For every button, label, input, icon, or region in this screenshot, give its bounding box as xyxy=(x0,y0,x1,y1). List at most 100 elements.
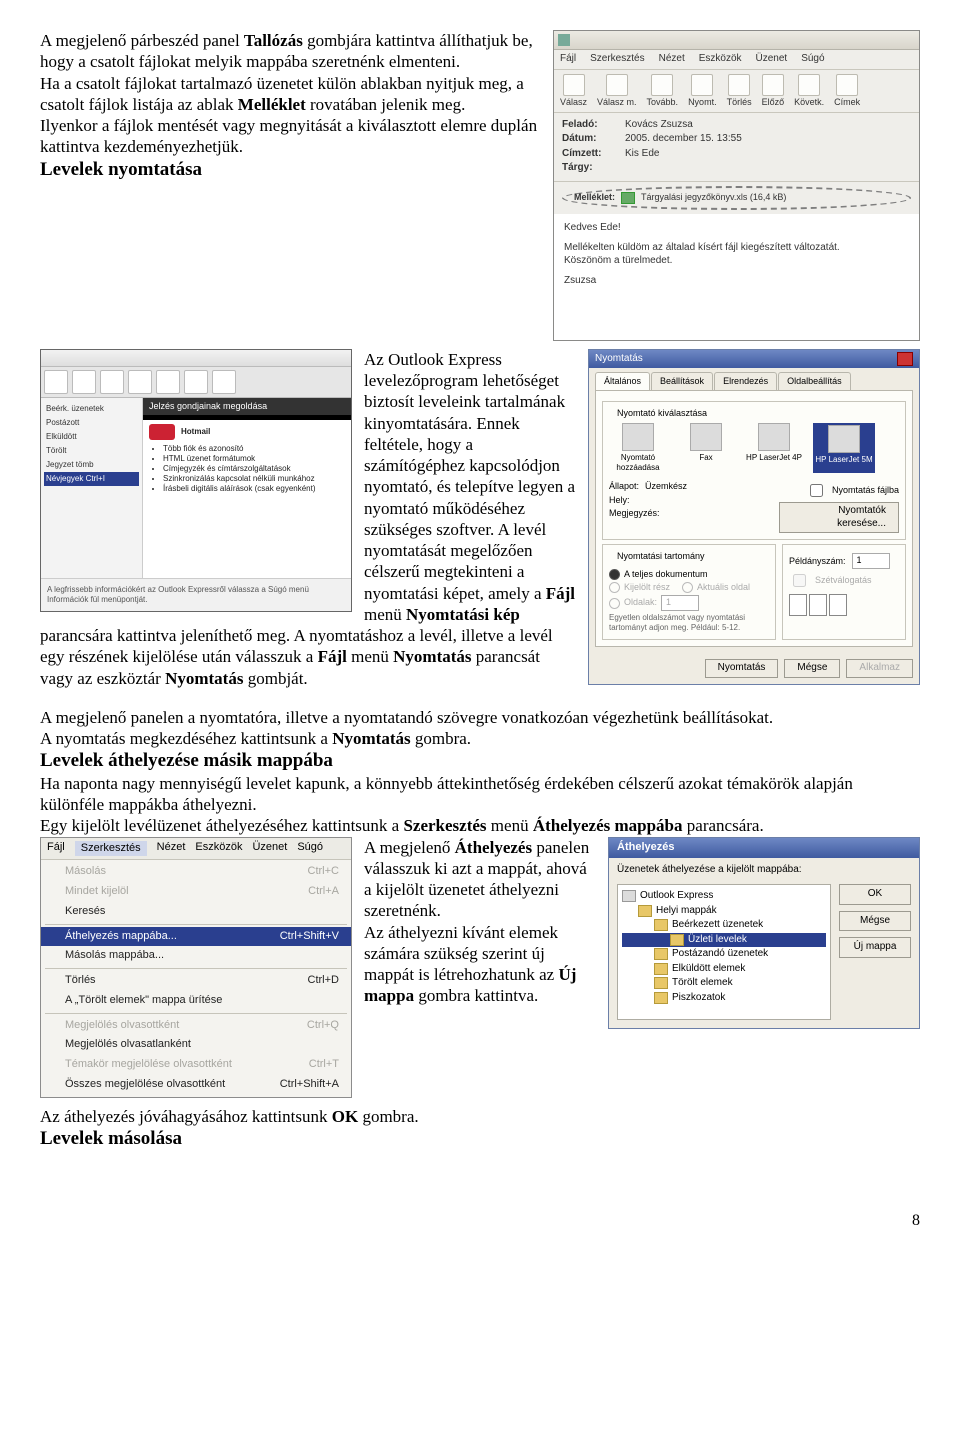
tab-layout[interactable]: Elrendezés xyxy=(714,372,777,390)
pages-input[interactable]: 1 xyxy=(661,595,699,611)
folder-icon xyxy=(670,934,684,946)
menu-item[interactable]: Üzenet xyxy=(756,53,788,66)
value-to: Kis Ede xyxy=(625,148,659,161)
menu-item[interactable]: A „Törölt elemek" mappa ürítése xyxy=(41,991,351,1011)
sidebar-item-selected[interactable]: Névjegyek Ctrl+I xyxy=(44,472,139,486)
tool-icon[interactable] xyxy=(212,370,236,394)
folder-sidebar: Beérk. üzenetek Postázott Elküldött Törö… xyxy=(41,398,143,578)
copies-input[interactable]: 1 xyxy=(852,553,890,569)
radio-selection[interactable]: Kijelölt rész Aktuális oldal xyxy=(609,582,769,593)
sidebar-item[interactable]: Jegyzet tömb xyxy=(44,458,139,472)
printer-hp4p[interactable]: HP LaserJet 4P xyxy=(745,423,803,473)
menu-item[interactable]: Áthelyezés mappába...Ctrl+Shift+V xyxy=(41,927,351,947)
list-item: Szinkronizálás kapcsolat nélküli munkáho… xyxy=(163,474,345,484)
tree-node[interactable]: Outlook Express xyxy=(622,889,826,904)
figure-outlook-express: Beérk. üzenetek Postázott Elküldött Törö… xyxy=(40,349,352,612)
ok-button[interactable]: OK xyxy=(839,884,911,905)
sidebar-item[interactable]: Postázott xyxy=(44,416,139,430)
sidebar-item[interactable]: Beérk. üzenetek xyxy=(44,402,139,416)
tree-node[interactable]: Beérkezett üzenetek xyxy=(622,918,826,933)
titlebar xyxy=(41,350,351,367)
figure-edit-menu: Fájl Szerkesztés Nézet Eszközök Üzenet S… xyxy=(40,837,352,1098)
paragraph: Ha naponta nagy mennyiségű levelet kapun… xyxy=(40,773,920,816)
list-item: Több fiók és azonosító xyxy=(163,444,345,454)
tree-node[interactable]: Postázandó üzenetek xyxy=(622,947,826,962)
app-icon xyxy=(558,34,570,46)
menu-dropdown: MásolásCtrl+CMindet kijelölCtrl+AKeresés… xyxy=(41,860,351,1096)
menu-item[interactable]: TörlésCtrl+D xyxy=(41,971,351,991)
paragraph: Egy kijelölt levélüzenet áthelyezéséhez … xyxy=(40,815,920,836)
menu-item[interactable]: Szerkesztés xyxy=(590,53,644,66)
checkbox-to-file[interactable] xyxy=(810,484,823,497)
label-collate: Szétválogatás xyxy=(815,575,872,586)
tool-print[interactable]: Nyomt. xyxy=(688,74,717,108)
page-number: 8 xyxy=(40,1211,920,1231)
menu-item[interactable]: Súgó xyxy=(801,53,824,66)
sidebar-item[interactable]: Elküldött xyxy=(44,430,139,444)
close-icon[interactable] xyxy=(897,352,913,366)
window-titlebar xyxy=(554,31,919,50)
folder-icon xyxy=(654,919,668,931)
header-fields: Feladó:Kovács Zsuzsa Dátum:2005. decembe… xyxy=(554,113,919,182)
menu-edit-open[interactable]: Szerkesztés xyxy=(75,841,147,857)
menu-item[interactable]: Eszközök xyxy=(699,53,742,66)
titlebar: Áthelyezés xyxy=(609,838,919,858)
attachment-filename[interactable]: Tárgyalási jegyzőkönyv.xls (16,4 kB) xyxy=(641,192,786,203)
tool-icon[interactable] xyxy=(156,370,180,394)
tool-icon[interactable] xyxy=(184,370,208,394)
tool-reply[interactable]: Válasz xyxy=(560,74,587,108)
menu-item[interactable]: Keresés xyxy=(41,902,351,922)
tab-settings[interactable]: Beállítások xyxy=(651,372,713,390)
tool-icon[interactable] xyxy=(44,370,68,394)
tool-replyall[interactable]: Válasz m. xyxy=(597,74,637,108)
list-item: HTML üzenet formátumok xyxy=(163,454,345,464)
sidebar-item[interactable]: Törölt xyxy=(44,444,139,458)
tool-prev[interactable]: Előző xyxy=(762,74,785,108)
printer-add[interactable]: Nyomtató hozzáadása xyxy=(609,423,667,473)
tree-node[interactable]: Üzleti levelek xyxy=(622,933,826,948)
menu-help[interactable]: Súgó xyxy=(297,841,323,857)
label-location: Hely: xyxy=(609,495,630,506)
tool-icon[interactable] xyxy=(128,370,152,394)
toolbar: Válasz Válasz m. Tovább. Nyomt. Törlés E… xyxy=(554,70,919,113)
window-title: Nyomtatás xyxy=(595,353,643,366)
tree-node[interactable]: Törölt elemek xyxy=(622,976,826,991)
menu-item[interactable]: Fájl xyxy=(560,53,576,66)
new-folder-button[interactable]: Új mappa xyxy=(839,937,911,958)
menu-view[interactable]: Nézet xyxy=(157,841,186,857)
folder-tree[interactable]: Outlook ExpressHelyi mappákBeérkezett üz… xyxy=(617,884,831,1020)
radio-all[interactable]: A teljes dokumentum xyxy=(609,569,769,580)
print-button[interactable]: Nyomtatás xyxy=(705,659,779,678)
menu-item[interactable]: Másolás mappába... xyxy=(41,946,351,966)
cancel-button[interactable]: Mégse xyxy=(839,911,911,932)
menu-tools[interactable]: Eszközök xyxy=(195,841,242,857)
tree-node[interactable]: Helyi mappák xyxy=(622,904,826,919)
figure-print-dialog: Nyomtatás Általános Beállítások Elrendez… xyxy=(588,349,920,685)
printer-hp5m-selected[interactable]: HP LaserJet 5M xyxy=(813,423,875,473)
label-comment: Megjegyzés: xyxy=(609,508,660,519)
tab-strip: Általános Beállítások Elrendezés Oldalbe… xyxy=(589,368,919,390)
printer-fax[interactable]: Fax xyxy=(677,423,735,473)
tool-forward[interactable]: Tovább. xyxy=(647,74,679,108)
menu-file[interactable]: Fájl xyxy=(47,841,65,857)
menu-item[interactable]: Nézet xyxy=(659,53,685,66)
tab-general[interactable]: Általános xyxy=(595,372,650,390)
cancel-button[interactable]: Mégse xyxy=(784,659,840,678)
tool-addr[interactable]: Címek xyxy=(834,74,860,108)
list-item: Írásbeli digitális aláírások (csak egyen… xyxy=(163,484,345,494)
radio-pages[interactable]: Oldalak:1 xyxy=(609,595,769,611)
group-title: Nyomtatási tartomány xyxy=(613,551,709,562)
tool-icon[interactable] xyxy=(100,370,124,394)
tree-node[interactable]: Piszkozatok xyxy=(622,991,826,1006)
tool-delete[interactable]: Törlés xyxy=(727,74,752,108)
tree-node[interactable]: Elküldött elemek xyxy=(622,962,826,977)
tool-icon[interactable] xyxy=(72,370,96,394)
body-line: Mellékelten küldöm az általad kísért fáj… xyxy=(564,242,909,255)
tool-next[interactable]: Követk. xyxy=(794,74,824,108)
menu-item[interactable]: Megjelölés olvasatlanként xyxy=(41,1035,351,1055)
find-printer-button[interactable]: Nyomtatók keresése... xyxy=(779,502,899,533)
tab-page[interactable]: Oldalbeállítás xyxy=(778,372,851,390)
titlebar: Nyomtatás xyxy=(589,350,919,368)
menu-item[interactable]: Összes megjelölése olvasottkéntCtrl+Shif… xyxy=(41,1075,351,1095)
menu-message[interactable]: Üzenet xyxy=(252,841,287,857)
